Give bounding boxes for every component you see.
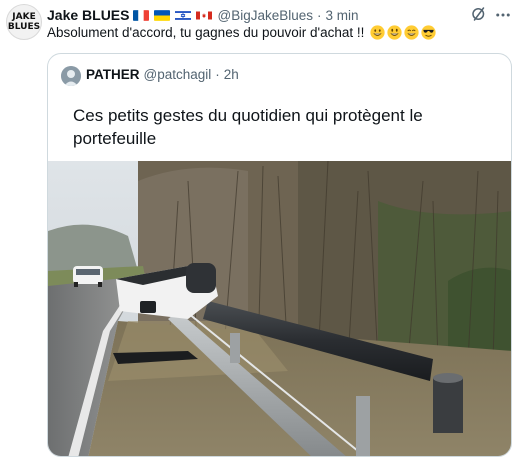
flag-israel-icon bbox=[175, 9, 192, 21]
quote-header-separator: · bbox=[215, 67, 220, 82]
person-avatar-icon bbox=[61, 66, 81, 86]
grok-icon[interactable] bbox=[470, 5, 488, 23]
quote-author-handle[interactable]: @patchagil bbox=[144, 67, 212, 82]
tweet-body: Absolument d'accord, tu gagnes du pouvoi… bbox=[47, 25, 365, 40]
quote-time[interactable]: 2h bbox=[224, 67, 239, 82]
author-name[interactable]: Jake BLUES bbox=[47, 7, 129, 23]
grinning-face-icon bbox=[387, 25, 402, 40]
more-icon[interactable] bbox=[494, 6, 512, 24]
tweet-text: Absolument d'accord, tu gagnes du pouvoi… bbox=[47, 25, 436, 40]
toppled-speed-camera-photo[interactable] bbox=[48, 161, 512, 457]
flag-canada-icon bbox=[196, 11, 213, 19]
grinning-face-icon bbox=[404, 25, 419, 40]
avatar-logo-text: JAKE BLUES bbox=[7, 12, 41, 32]
grinning-face-icon bbox=[370, 25, 385, 40]
flag-ukraine-icon bbox=[154, 9, 171, 21]
author-flags bbox=[133, 9, 217, 21]
quote-author-avatar[interactable] bbox=[61, 66, 81, 86]
tweet-time[interactable]: 3 min bbox=[326, 8, 359, 23]
quoted-tweet[interactable]: PATHER @patchagil · 2h Ces petits gestes… bbox=[47, 53, 512, 457]
author-handle[interactable]: @BigJakeBlues bbox=[217, 8, 313, 23]
header-separator: · bbox=[317, 7, 322, 23]
author-avatar[interactable]: JAKE BLUES bbox=[6, 4, 42, 40]
quote-header: PATHER @patchagil · 2h bbox=[86, 67, 239, 82]
quote-text: Ces petits gestes du quotidien qui protè… bbox=[73, 106, 423, 148]
sunglasses-face-icon bbox=[421, 25, 436, 40]
quote-author-name[interactable]: PATHER bbox=[86, 67, 140, 82]
tweet-header: Jake BLUES @BigJakeBlues · 3 min bbox=[47, 6, 359, 24]
flag-france-icon bbox=[133, 9, 150, 21]
